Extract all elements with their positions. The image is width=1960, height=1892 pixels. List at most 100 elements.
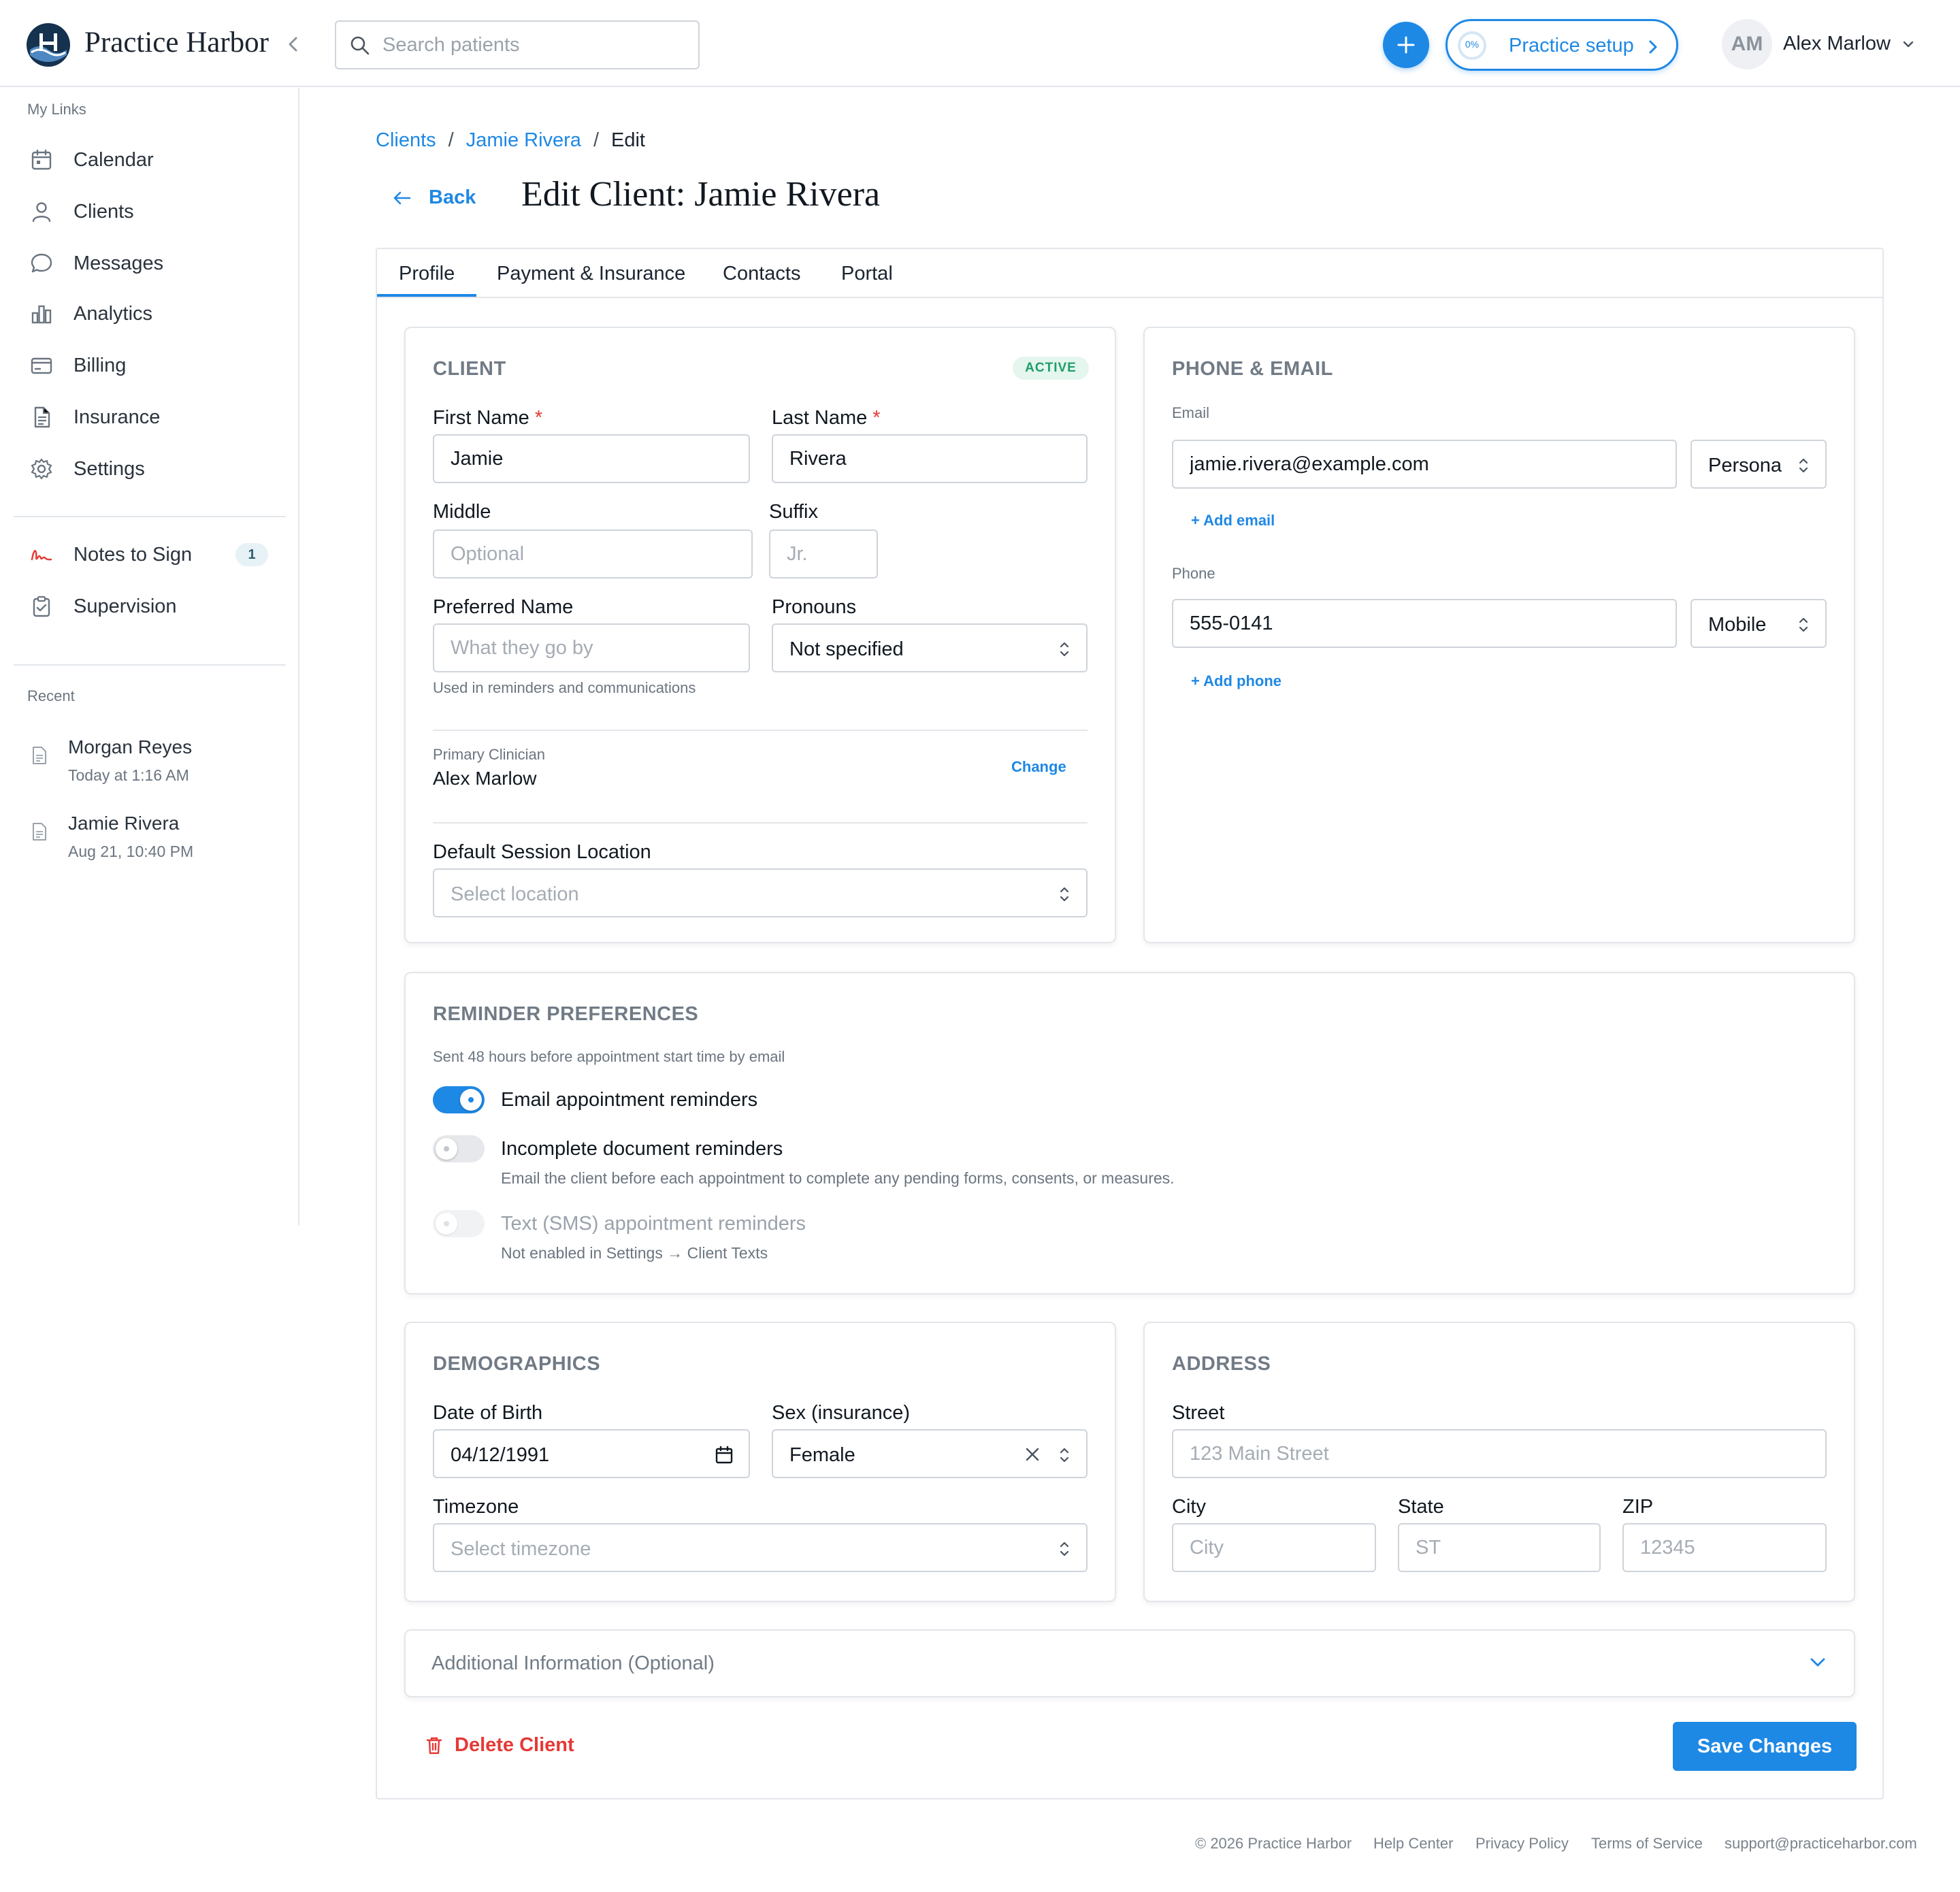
sidebar-item-label: Insurance bbox=[74, 406, 161, 428]
sex-select[interactable]: Female bbox=[772, 1429, 1088, 1478]
breadcrumb-clients[interactable]: Clients bbox=[376, 129, 436, 151]
sms-reminders-toggle bbox=[433, 1210, 485, 1237]
address-card: ADDRESS Street City State ZIP bbox=[1143, 1322, 1855, 1602]
breadcrumb-client[interactable]: Jamie Rivera bbox=[466, 129, 581, 151]
dob-value: 04/12/1991 bbox=[451, 1444, 550, 1466]
tab-portal[interactable]: Portal bbox=[841, 263, 893, 285]
city-field[interactable] bbox=[1172, 1523, 1376, 1572]
preferred-name-field[interactable] bbox=[433, 623, 750, 672]
bar-chart-icon bbox=[30, 302, 53, 325]
sidebar-item-supervision[interactable]: Supervision bbox=[14, 584, 286, 627]
sidebar: My Links Calendar Clients Messages Analy… bbox=[0, 88, 299, 1225]
updown-chevron-icon bbox=[1058, 1446, 1071, 1465]
sex-label: Sex (insurance) bbox=[772, 1402, 911, 1424]
document-icon bbox=[31, 822, 48, 841]
breadcrumb-current: Edit bbox=[611, 129, 645, 151]
arrow-left-icon bbox=[393, 191, 411, 205]
session-location-select[interactable]: Select location bbox=[433, 868, 1088, 917]
preferred-name-help: Used in reminders and communications bbox=[433, 679, 696, 696]
reminder-card-title: REMINDER PREFERENCES bbox=[433, 1003, 699, 1025]
email-reminders-toggle[interactable] bbox=[433, 1086, 485, 1113]
section-divider bbox=[433, 730, 1088, 731]
user-name[interactable]: Alex Marlow bbox=[1783, 33, 1891, 55]
updown-chevron-icon bbox=[1797, 456, 1810, 475]
document-icon bbox=[30, 406, 53, 429]
middle-name-field[interactable] bbox=[433, 529, 753, 578]
street-field[interactable] bbox=[1172, 1429, 1827, 1478]
search-input[interactable] bbox=[382, 22, 682, 68]
client-card-title: CLIENT bbox=[433, 358, 506, 380]
recent-client-name: Morgan Reyes bbox=[68, 736, 193, 757]
reminder-subtitle: Sent 48 hours before appointment start t… bbox=[433, 1048, 785, 1065]
sidebar-divider bbox=[14, 664, 286, 666]
sidebar-item-insurance[interactable]: Insurance bbox=[14, 395, 286, 438]
page-title: Edit Client: Jamie Rivera bbox=[521, 175, 881, 214]
phone-type-select[interactable]: Mobile bbox=[1690, 599, 1827, 648]
avatar[interactable]: AM bbox=[1722, 19, 1772, 69]
state-field[interactable] bbox=[1398, 1523, 1601, 1572]
sidebar-item-analytics[interactable]: Analytics bbox=[14, 291, 286, 335]
add-email-button[interactable]: + Add email bbox=[1191, 512, 1275, 529]
phone-email-card-title: PHONE & EMAIL bbox=[1172, 358, 1333, 380]
footer-support-email[interactable]: support@practiceharbor.com bbox=[1725, 1835, 1917, 1853]
search-icon bbox=[350, 35, 370, 56]
add-button[interactable] bbox=[1383, 22, 1429, 68]
tab-profile[interactable]: Profile bbox=[399, 263, 455, 285]
clear-icon[interactable] bbox=[1024, 1446, 1041, 1463]
timezone-select[interactable]: Select timezone bbox=[433, 1523, 1088, 1572]
breadcrumb: Clients / Jamie Rivera / Edit bbox=[376, 129, 645, 152]
change-clinician-button[interactable]: Change bbox=[1011, 758, 1066, 776]
chevron-right-icon bbox=[1646, 37, 1660, 56]
add-phone-button[interactable]: + Add phone bbox=[1191, 672, 1281, 690]
additional-information-toggle[interactable]: Additional Information (Optional) bbox=[404, 1629, 1855, 1697]
incomplete-document-help: Email the client before each appointment… bbox=[501, 1169, 1175, 1187]
email-field[interactable] bbox=[1172, 440, 1677, 489]
tab-payment-insurance[interactable]: Payment & Insurance bbox=[497, 263, 685, 285]
calendar-icon[interactable] bbox=[715, 1446, 734, 1465]
recent-heading: Recent bbox=[27, 687, 75, 704]
phone-field[interactable] bbox=[1172, 599, 1677, 648]
first-name-label: First Name * bbox=[433, 407, 542, 429]
phone-label: Phone bbox=[1172, 565, 1215, 582]
sidebar-item-clients[interactable]: Clients bbox=[14, 189, 286, 233]
chevron-down-icon[interactable] bbox=[1901, 39, 1915, 49]
practice-harbor-logo[interactable] bbox=[26, 22, 71, 67]
user-icon bbox=[30, 200, 53, 223]
collapse-sidebar-icon[interactable] bbox=[284, 34, 302, 54]
suffix-field[interactable] bbox=[769, 529, 878, 578]
footer-link-help-center[interactable]: Help Center bbox=[1373, 1835, 1453, 1853]
tab-contacts[interactable]: Contacts bbox=[723, 263, 800, 285]
patient-search[interactable] bbox=[335, 20, 700, 69]
back-label: Back bbox=[429, 186, 476, 208]
sidebar-item-settings[interactable]: Settings bbox=[14, 446, 286, 490]
toggle-knob bbox=[436, 1213, 457, 1235]
status-badge: ACTIVE bbox=[1013, 357, 1089, 380]
phone-email-card: PHONE & EMAIL Email Persona + Add email … bbox=[1143, 327, 1855, 943]
sidebar-item-label: Supervision bbox=[74, 596, 177, 617]
preferred-name-label: Preferred Name bbox=[433, 596, 574, 618]
phone-type-value: Mobile bbox=[1708, 614, 1767, 636]
dob-field[interactable]: 04/12/1991 bbox=[433, 1429, 750, 1478]
sidebar-item-calendar[interactable]: Calendar bbox=[14, 137, 286, 181]
incomplete-document-toggle[interactable] bbox=[433, 1135, 485, 1162]
tab-bar: Profile Payment & Insurance Contacts Por… bbox=[377, 249, 1882, 298]
primary-clinician-name: Alex Marlow bbox=[433, 768, 537, 789]
sidebar-item-billing[interactable]: Billing bbox=[14, 343, 286, 387]
footer-link-terms[interactable]: Terms of Service bbox=[1591, 1835, 1703, 1853]
sidebar-item-notes-to-sign[interactable]: Notes to Sign 1 bbox=[14, 532, 286, 576]
first-name-field[interactable] bbox=[433, 434, 750, 483]
last-name-field[interactable] bbox=[772, 434, 1088, 483]
pronouns-select[interactable]: Not specified bbox=[772, 623, 1088, 672]
save-changes-button[interactable]: Save Changes bbox=[1673, 1722, 1857, 1771]
zip-field[interactable] bbox=[1622, 1523, 1827, 1572]
recent-client-item[interactable]: Jamie Rivera Aug 21, 10:40 PM bbox=[14, 804, 286, 872]
email-type-select[interactable]: Persona bbox=[1690, 440, 1827, 489]
sidebar-item-messages[interactable]: Messages bbox=[14, 241, 286, 284]
practice-setup-button[interactable]: 0% Practice setup bbox=[1446, 19, 1678, 71]
footer-link-privacy[interactable]: Privacy Policy bbox=[1475, 1835, 1569, 1853]
demographics-card: DEMOGRAPHICS Date of Birth 04/12/1991 Se… bbox=[404, 1322, 1116, 1602]
recent-client-item[interactable]: Morgan Reyes Today at 1:16 AM bbox=[14, 728, 286, 796]
top-bar: Practice Harbor 0% Practice setup AM Ale… bbox=[0, 0, 1960, 87]
last-name-label: Last Name * bbox=[772, 407, 881, 429]
city-label: City bbox=[1172, 1496, 1206, 1518]
